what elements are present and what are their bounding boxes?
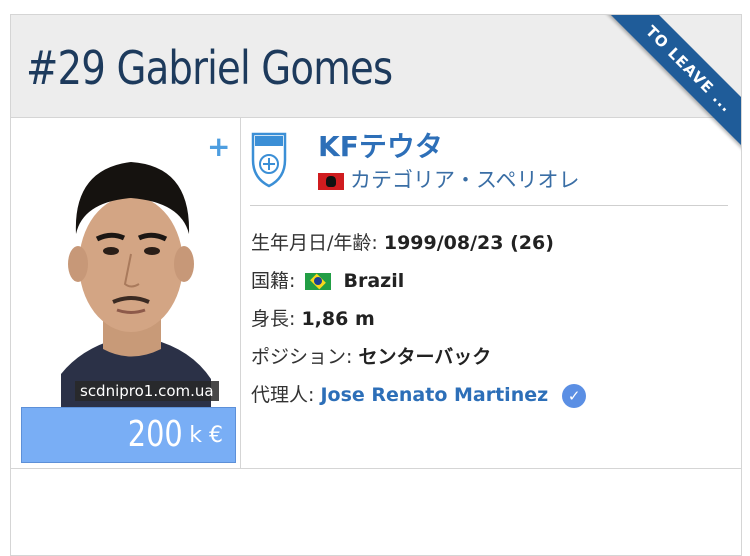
market-value: 200 xyxy=(128,414,183,455)
section-divider xyxy=(11,468,741,469)
height-label: 身長: xyxy=(251,308,296,330)
player-portrait-image xyxy=(21,124,236,407)
birth-value: 1999/08/23 (26) xyxy=(383,232,554,254)
agent-label: 代理人: xyxy=(251,384,315,406)
nationality-value: Brazil xyxy=(343,270,405,292)
agent-row: 代理人: Jose Renato Martinez ✓ xyxy=(251,380,587,408)
agent-link[interactable]: Jose Renato Martinez xyxy=(320,384,548,406)
position-value: センターバック xyxy=(358,346,492,368)
club-crest-icon[interactable] xyxy=(251,132,287,188)
market-value-box[interactable]: 200 k € xyxy=(21,407,236,463)
birth-label: 生年月日/年齢: xyxy=(251,232,378,254)
position-row: ポジション: センターバック xyxy=(251,342,491,369)
position-label: ポジション: xyxy=(251,346,353,368)
height-value: 1,86 m xyxy=(301,308,375,330)
vertical-divider xyxy=(240,118,241,468)
photo-watermark: scdnipro1.com.ua xyxy=(75,381,219,401)
player-title: #29 Gabriel Gomes xyxy=(26,41,393,95)
brazil-flag-icon xyxy=(305,273,332,290)
league-link[interactable]: カテゴリア・スペリオレ xyxy=(318,164,580,194)
birth-row: 生年月日/年齢: 1999/08/23 (26) xyxy=(251,228,554,255)
player-info-section: + scdnipro1.com.ua 200 k € KFテウタ カテゴリア・ス… xyxy=(11,118,741,468)
market-value-unit: k € xyxy=(189,423,223,448)
nationality-row: 国籍: Brazil xyxy=(251,266,404,293)
club-divider xyxy=(250,205,728,206)
to-leave-ribbon[interactable]: TO LEAVE ... xyxy=(594,15,741,166)
player-photo xyxy=(21,124,236,407)
verified-check-icon: ✓ xyxy=(562,383,587,408)
height-row: 身長: 1,86 m xyxy=(251,304,375,331)
nationality-label: 国籍: xyxy=(251,270,296,292)
albania-flag-icon xyxy=(318,172,344,190)
league-name: カテゴリア・スペリオレ xyxy=(350,168,580,192)
to-leave-ribbon-container: TO LEAVE ... xyxy=(594,15,741,166)
player-card: #29 Gabriel Gomes TO LEAVE ... + scdnipr… xyxy=(10,14,742,556)
add-to-watchlist-icon[interactable]: + xyxy=(207,130,230,163)
club-name-link[interactable]: KFテウタ xyxy=(318,125,443,165)
